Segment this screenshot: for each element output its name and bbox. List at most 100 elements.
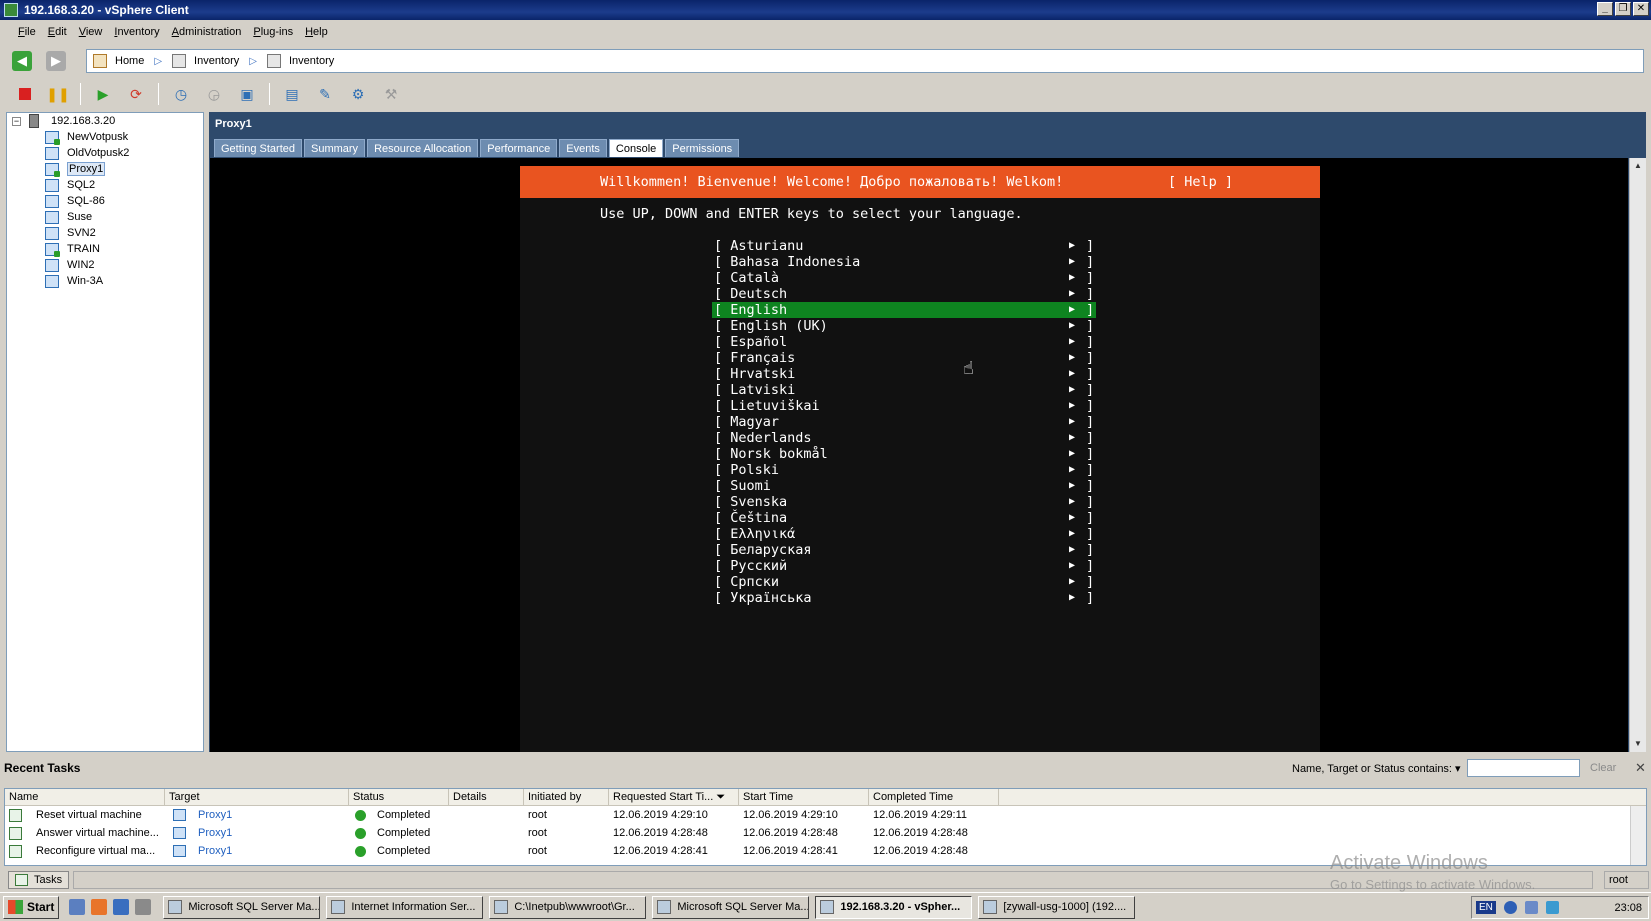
tree-item-vm[interactable]: NewVotpusk — [7, 129, 203, 145]
tab-performance[interactable]: Performance — [480, 139, 558, 157]
explorer-icon[interactable] — [113, 899, 130, 915]
breadcrumb-inventory-hosts[interactable]: Inventory — [267, 54, 334, 68]
language-option[interactable]: [ Asturianu ▶] — [712, 238, 1096, 254]
collapse-icon[interactable]: − — [12, 116, 21, 126]
reset-icon[interactable]: ⟳ — [125, 83, 147, 105]
tree-item-vm[interactable]: SVN2 — [7, 225, 203, 241]
taskbar-window-button[interactable]: [zywall-usg-1000] (192.... — [978, 895, 1136, 919]
tasks-tab[interactable]: Tasks — [8, 871, 70, 889]
scroll-up-icon[interactable]: ▲ — [1630, 158, 1646, 174]
help-icon[interactable] — [1503, 901, 1517, 914]
edit-settings-icon[interactable]: ✎ — [314, 83, 336, 105]
close-tasks-icon[interactable]: ✕ — [1635, 760, 1646, 776]
vm-console[interactable]: Willkommen! Bienvenue! Welcome! Добро по… — [210, 158, 1628, 752]
language-option[interactable]: [ English ▶] — [712, 302, 1096, 318]
console-scrollbar[interactable]: ▲ ▼ — [1629, 158, 1646, 752]
menu-help[interactable]: Help — [299, 26, 334, 38]
taskbar-window-button[interactable]: C:\Inetpub\wwwroot\Gr... — [489, 895, 647, 919]
language-option[interactable]: [ Français ▶] — [712, 350, 1096, 366]
help-button[interactable]: [ Help ] — [1168, 174, 1233, 190]
migrate-icon[interactable]: ⚙ — [347, 83, 369, 105]
clear-button[interactable]: Clear — [1590, 762, 1616, 774]
menu-plugins[interactable]: Plug-ins — [247, 26, 299, 38]
tab-resource-allocation[interactable]: Resource Allocation — [367, 139, 479, 157]
column-status[interactable]: Status — [349, 789, 449, 805]
language-option[interactable]: [ Lietuviškai ▶] — [712, 398, 1096, 414]
cell-target[interactable]: Proxy1 — [165, 845, 349, 857]
monitor-icon[interactable] — [1545, 901, 1559, 914]
menu-edit[interactable]: Edit — [42, 26, 73, 38]
language-option[interactable]: [ Norsk bokmål ▶] — [712, 446, 1096, 462]
snapshot-manager-icon[interactable]: ▣ — [236, 83, 258, 105]
language-option[interactable]: [ Español ▶] — [712, 334, 1096, 350]
server-manager-icon[interactable] — [69, 899, 86, 915]
language-option[interactable]: [ Беларуская ▶] — [712, 542, 1096, 558]
tree-item-vm[interactable]: SQL-86 — [7, 193, 203, 209]
start-button[interactable]: Start — [3, 895, 60, 919]
menu-inventory[interactable]: Inventory — [108, 26, 165, 38]
language-option[interactable]: [ Bahasa Indonesia ▶] — [712, 254, 1096, 270]
language-option[interactable]: [ Српски ▶] — [712, 574, 1096, 590]
column-details[interactable]: Details — [449, 789, 524, 805]
cell-target[interactable]: Proxy1 — [165, 827, 349, 839]
column-requested-start[interactable]: Requested Start Ti... ⏷ — [609, 789, 739, 805]
language-option[interactable]: [ Svenska ▶] — [712, 494, 1096, 510]
suspend-icon[interactable]: ❚❚ — [46, 83, 69, 105]
tab-events[interactable]: Events — [559, 139, 607, 157]
tree-item-vm[interactable]: OldVotpusk2 — [7, 145, 203, 161]
back-arrow-icon[interactable]: ◀ — [12, 51, 32, 71]
power-off-icon[interactable] — [14, 83, 36, 105]
language-option[interactable]: [ Latviski ▶] — [712, 382, 1096, 398]
tree-item-vm[interactable]: TRAIN — [7, 241, 203, 257]
tree-item-vm[interactable]: Suse — [7, 209, 203, 225]
tab-summary[interactable]: Summary — [304, 139, 366, 157]
filter-dropdown[interactable]: Name, Target or Status contains: ▾ — [1292, 762, 1461, 775]
restore-button[interactable]: ❐ — [1615, 2, 1631, 16]
language-option[interactable]: [ Català ▶] — [712, 270, 1096, 286]
taskbar-window-button[interactable]: Internet Information Ser... — [326, 895, 484, 919]
language-option[interactable]: [ Nederlands ▶] — [712, 430, 1096, 446]
cell-target[interactable]: Proxy1 — [165, 809, 349, 821]
show-desktop-icon[interactable] — [135, 899, 152, 915]
network-icon[interactable] — [1524, 901, 1538, 914]
language-option[interactable]: [ Polski ▶] — [712, 462, 1096, 478]
language-option[interactable]: [ Čeština ▶] — [712, 510, 1096, 526]
language-option[interactable]: [ English (UK) ▶] — [712, 318, 1096, 334]
tree-item-vm[interactable]: WIN2 — [7, 257, 203, 273]
tree-item-vm-selected[interactable]: Proxy1 — [7, 161, 203, 177]
tree-item-host[interactable]: − 192.168.3.20 — [7, 113, 203, 129]
language-option[interactable]: [ Русский ▶] — [712, 558, 1096, 574]
tools-icon[interactable]: ⚒ — [380, 83, 402, 105]
column-target[interactable]: Target — [165, 789, 349, 805]
breadcrumb-home[interactable]: Home — [93, 54, 144, 68]
language-option[interactable]: [ Suomi ▶] — [712, 478, 1096, 494]
power-on-icon[interactable]: ▶ — [92, 83, 114, 105]
scroll-down-icon[interactable]: ▼ — [1630, 736, 1646, 752]
tree-item-vm[interactable]: SQL2 — [7, 177, 203, 193]
revert-snapshot-icon[interactable]: ◶ — [203, 83, 225, 105]
tasks-scrollbar[interactable] — [1630, 806, 1646, 865]
language-option[interactable]: [ Ελληνικά ▶] — [712, 526, 1096, 542]
forward-arrow-icon[interactable]: ▶ — [46, 51, 66, 71]
column-name[interactable]: Name — [5, 789, 165, 805]
taskbar-window-button[interactable]: Microsoft SQL Server Ma... — [652, 895, 810, 919]
language-option[interactable]: [ Hrvatski ▶] — [712, 366, 1096, 382]
table-row[interactable]: Answer virtual machine... Proxy1 Completed… — [5, 824, 1646, 842]
column-initiated-by[interactable]: Initiated by — [524, 789, 609, 805]
column-start-time[interactable]: Start Time — [739, 789, 869, 805]
minimize-button[interactable]: _ — [1597, 2, 1613, 16]
taskbar-window-button[interactable]: 192.168.3.20 - vSpher... — [815, 895, 973, 919]
firefox-icon[interactable] — [91, 899, 108, 915]
language-option[interactable]: [ Magyar ▶] — [712, 414, 1096, 430]
tab-permissions[interactable]: Permissions — [665, 139, 740, 157]
tab-getting-started[interactable]: Getting Started — [214, 139, 302, 157]
tree-item-vm[interactable]: Win-3A — [7, 273, 203, 289]
menu-file[interactable]: File — [12, 26, 42, 38]
breadcrumb-inventory[interactable]: Inventory — [172, 54, 239, 68]
language-option[interactable]: [ Українська ▶] — [712, 590, 1096, 606]
close-button[interactable]: ✕ — [1633, 2, 1649, 16]
snapshot-icon[interactable]: ◷ — [170, 83, 192, 105]
table-row[interactable]: Reset virtual machine Proxy1 Completed root… — [5, 806, 1646, 824]
tab-console[interactable]: Console — [608, 139, 664, 157]
column-completed-time[interactable]: Completed Time — [869, 789, 999, 805]
